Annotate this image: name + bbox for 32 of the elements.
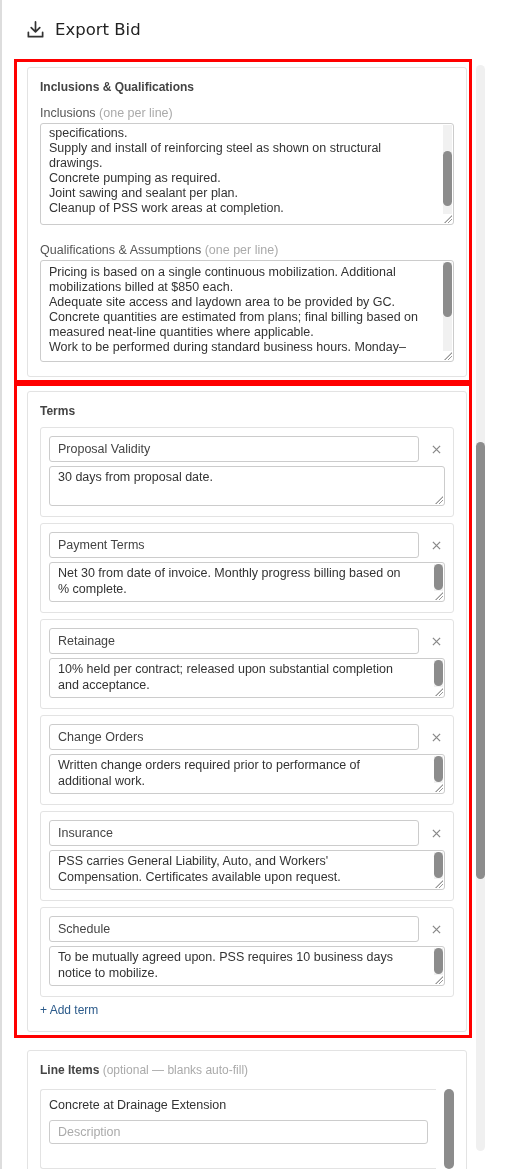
close-icon[interactable] [432,540,441,550]
term-name-field[interactable]: Schedule [49,916,419,942]
add-term-link[interactable]: + Add term [40,1003,454,1017]
close-icon[interactable] [432,828,441,838]
section-title: Terms [40,404,77,418]
field-label: Inclusions (one per line) [40,106,174,120]
close-icon[interactable] [432,636,441,646]
text-area[interactable]: Pricing is based on a single continuous mobilization. Additional mobilizations billed at $850 each. Adequate site access and laydown area to be provided by GC. Concrete quantities are estimated from plans; final billing based on measured neat-line quantities where applicable. Work to be performed during standard business hours. Monday– [40,260,454,362]
close-icon[interactable] [432,924,441,934]
line-item-name: Concrete at Drainage Extension [49,1098,228,1112]
term-name-field[interactable]: Proposal Validity [49,436,419,462]
scrollbar[interactable] [476,65,485,1151]
term-text-area[interactable]: 30 days from proposal date. [49,466,445,506]
section-title: Line Items (optional — blanks auto-fill) [40,1063,250,1077]
term-text-area[interactable]: Net 30 from date of invoice. Monthly progress billing based on % complete. [49,562,445,602]
page-title: Export Bid [55,19,141,39]
term-text-area[interactable]: 10% held per contract; released upon substantial completion and acceptance. [49,658,445,698]
text-area[interactable]: specifications. Supply and install of reinforcing steel as shown on structural drawings. Concrete pumping as required. Joint sawing and sealant per plan. Cleanup of PSS work areas at completion. [40,123,454,225]
section-title: Inclusions & Qualifications [40,80,196,94]
term-name-field[interactable]: Retainage [49,628,419,654]
term-text-area[interactable]: To be mutually agreed upon. PSS requires 10 business days notice to mobilize. [49,946,445,986]
term-name-field[interactable]: Change Orders [49,724,419,750]
term-text-area[interactable]: PSS carries General Liability, Auto, and Workers' Compensation. Certificates available upon request. [49,850,445,890]
term-name-field[interactable]: Insurance [49,820,419,846]
scrollbar-thumb[interactable] [444,1089,454,1169]
close-icon[interactable] [432,444,441,454]
term-name-field[interactable]: Payment Terms [49,532,419,558]
description-field[interactable]: Description [49,1120,428,1144]
field-label: Qualifications & Assumptions (one per line) [40,243,280,257]
download-icon [26,19,45,39]
term-text-area[interactable]: Written change orders required prior to performance of additional work. [49,754,445,794]
close-icon[interactable] [432,732,441,742]
